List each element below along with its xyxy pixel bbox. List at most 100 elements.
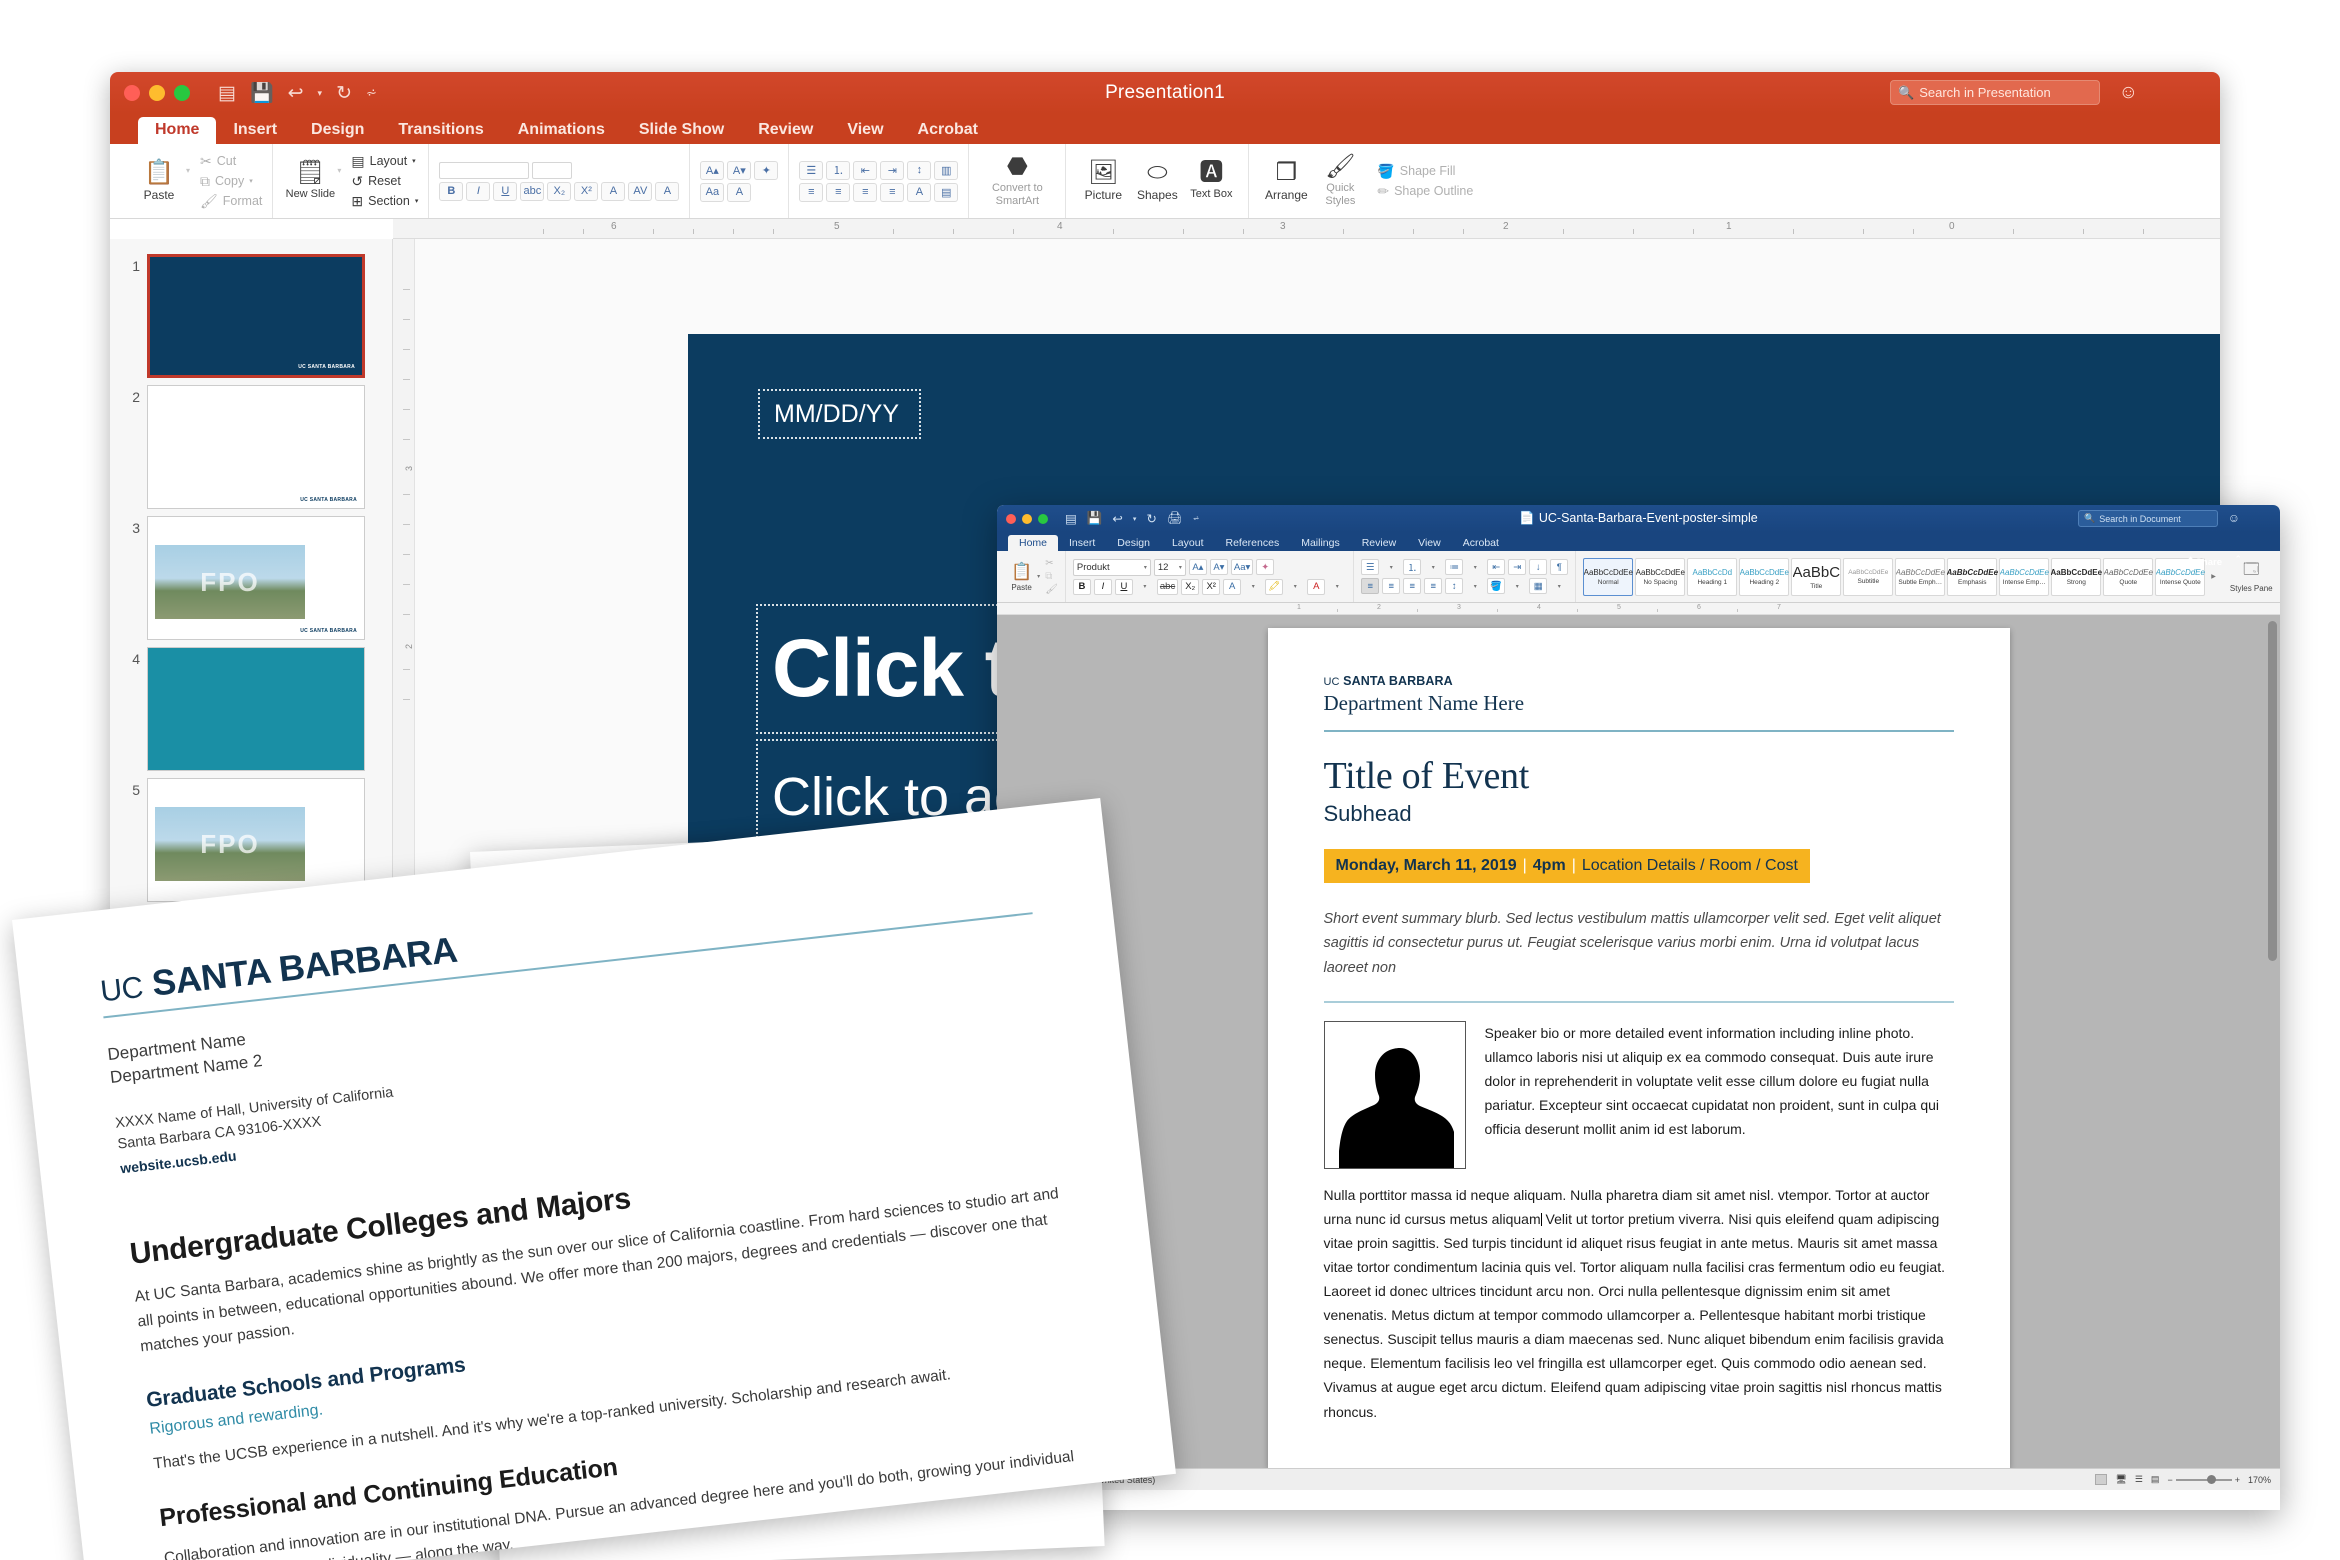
bullets-button[interactable]: ☰ xyxy=(799,161,823,180)
bold-button[interactable]: B xyxy=(439,182,463,201)
arrange-button[interactable]: ❒ Arrange xyxy=(1259,161,1313,202)
italic-button[interactable]: I xyxy=(466,182,490,201)
line-spacing-button[interactable]: ↕ xyxy=(1445,578,1463,594)
text-highlight-button[interactable]: 🖍 xyxy=(1265,579,1283,595)
outline-view-button[interactable]: ☰ xyxy=(2135,1474,2143,1485)
text-effects-chevron-icon[interactable]: ▾ xyxy=(1244,579,1262,595)
style-subtitle[interactable]: AaBbCcDdEe Subtitle xyxy=(1843,558,1893,596)
paintbrush-icon[interactable]: 🖌 xyxy=(1045,584,1058,595)
list-item[interactable]: 1 UC SANTA BARBARA xyxy=(110,247,392,378)
word-page[interactable]: UC SANTA BARBARA Department Name Here Ti… xyxy=(1268,628,2010,1468)
letterhead-front-page[interactable]: UC SANTA BARBARA Department Name Departm… xyxy=(12,798,1176,1560)
tab-view[interactable]: View xyxy=(830,117,900,144)
redo-icon[interactable]: ↻ xyxy=(336,82,352,105)
slide-thumbnail-3[interactable]: FPO UC SANTA BARBARA xyxy=(147,516,365,640)
style-normal[interactable]: AaBbCcDdEe Normal xyxy=(1583,558,1633,596)
department-name[interactable]: Department Name Here xyxy=(1324,691,1954,716)
list-item[interactable]: 4 xyxy=(110,640,392,771)
event-details-bar[interactable]: Monday, March 11, 2019|4pm|Location Deta… xyxy=(1324,849,1810,883)
styles-gallery[interactable]: AaBbCcDdEe Normal AaBbCcDdEe No Spacing … xyxy=(1583,558,2220,596)
align-left-button[interactable]: ≡ xyxy=(1361,578,1379,594)
columns-button[interactable]: ▥ xyxy=(934,161,958,180)
text-box-button[interactable]: 🅰 Text Box xyxy=(1184,161,1238,200)
zoom-out-button[interactable]: − xyxy=(2167,1475,2172,1485)
new-slide-button[interactable]: 🗒 New Slide xyxy=(283,161,337,200)
increase-font-size-button[interactable]: A▴ xyxy=(1189,559,1207,575)
font-name-input[interactable]: Produkt▾ xyxy=(1073,559,1151,576)
undo-icon[interactable]: ↩ xyxy=(288,82,304,105)
list-item[interactable]: 3 FPO UC SANTA BARBARA xyxy=(110,509,392,640)
event-title[interactable]: Title of Event xyxy=(1324,754,1954,798)
align-left-button[interactable]: ≡ xyxy=(799,183,823,202)
draft-view-button[interactable]: ▤ xyxy=(2151,1474,2160,1485)
event-subhead[interactable]: Subhead xyxy=(1324,801,1954,827)
decrease-font-size-button[interactable]: A▾ xyxy=(727,161,751,180)
copy-button[interactable]: ⧉Copy▾ xyxy=(200,173,262,190)
tab-home[interactable]: Home xyxy=(1008,535,1058,552)
layout-button[interactable]: ▤Layout▾ xyxy=(351,153,418,170)
shapes-button[interactable]: ⬭ Shapes xyxy=(1130,161,1184,202)
line-spacing-button[interactable]: ↕ xyxy=(907,161,931,180)
underline-chevron-icon[interactable]: ▾ xyxy=(1136,579,1154,595)
zoom-level[interactable]: 170% xyxy=(2248,1475,2271,1485)
help-icon[interactable]: ☺ xyxy=(2119,82,2138,104)
line-spacing-chevron-icon[interactable]: ▾ xyxy=(1466,578,1484,594)
font-size-input[interactable] xyxy=(532,162,572,179)
word-search-box[interactable]: 🔍 Search in Document xyxy=(2078,510,2218,527)
format-painter-button[interactable]: 🖌Format xyxy=(200,193,262,210)
align-text-button[interactable]: ▤ xyxy=(934,183,958,202)
font-color-button[interactable]: A xyxy=(655,182,679,201)
word-tab-bar[interactable]: Home Insert Design Layout References Mai… xyxy=(997,532,2280,551)
tab-insert[interactable]: Insert xyxy=(1058,535,1106,552)
tab-slide-show[interactable]: Slide Show xyxy=(622,117,741,144)
shape-fill-button[interactable]: 🪣Shape Fill xyxy=(1377,163,1473,180)
event-blurb[interactable]: Short event summary blurb. Sed lectus ve… xyxy=(1324,907,1954,982)
style-strong[interactable]: AaBbCcDdEe Strong xyxy=(2051,558,2101,596)
highlight-chevron-icon[interactable]: ▾ xyxy=(1286,579,1304,595)
text-direction-button[interactable]: A xyxy=(907,183,931,202)
picture-button[interactable]: 🖼 Picture xyxy=(1076,161,1130,202)
borders-chevron-icon[interactable]: ▾ xyxy=(1550,578,1568,594)
multilevel-chevron-icon[interactable]: ▾ xyxy=(1466,559,1484,575)
vertical-scrollbar[interactable] xyxy=(2268,621,2277,961)
speaker-photo[interactable] xyxy=(1324,1021,1466,1169)
cut-button[interactable]: ✂Cut xyxy=(200,153,262,170)
styles-more-icon[interactable]: ▶ xyxy=(2211,573,2216,580)
tab-home[interactable]: Home xyxy=(138,117,216,144)
increase-indent-button[interactable]: ⇥ xyxy=(1508,559,1526,575)
convert-to-smartart-button[interactable]: ⬣ Convert to SmartArt xyxy=(979,155,1055,206)
clear-formatting-button[interactable]: ✦ xyxy=(1256,559,1274,575)
slide-thumbnail-pane[interactable]: 1 UC SANTA BARBARA 2 UC SANTA BARBARA 3 … xyxy=(110,239,393,944)
speaker-bio-text[interactable]: Speaker bio or more detailed event infor… xyxy=(1485,1021,1954,1169)
superscript-button[interactable]: X² xyxy=(574,182,598,201)
tab-transitions[interactable]: Transitions xyxy=(381,117,500,144)
style-title[interactable]: AaBbC Title xyxy=(1791,558,1841,596)
tab-layout[interactable]: Layout xyxy=(1161,535,1215,552)
tab-design[interactable]: Design xyxy=(1106,535,1161,552)
close-icon[interactable] xyxy=(124,85,140,101)
subscript-button[interactable]: X₂ xyxy=(547,182,571,201)
show-formatting-marks-button[interactable]: ¶ xyxy=(1550,559,1568,575)
new-slide-chevron-icon[interactable]: ▾ xyxy=(337,166,341,175)
align-right-button[interactable]: ≡ xyxy=(853,183,877,202)
style-subtle-emphasis[interactable]: AaBbCcDdEe Subtle Emph… xyxy=(1895,558,1945,596)
tab-acrobat[interactable]: Acrobat xyxy=(901,117,995,144)
justify-button[interactable]: ≡ xyxy=(880,183,904,202)
window-controls[interactable] xyxy=(124,85,190,101)
undo-chevron-icon[interactable]: ▾ xyxy=(318,88,323,99)
underline-button[interactable]: U xyxy=(1115,579,1133,595)
strikethrough-button[interactable]: abc xyxy=(520,182,544,201)
borders-button[interactable]: ▦ xyxy=(1529,578,1547,594)
style-intense-emphasis[interactable]: AaBbCcDdEe Intense Emp… xyxy=(1999,558,2049,596)
ribbon-collapse-icon[interactable]: ⌃ xyxy=(2234,554,2242,565)
paste-chevron-icon[interactable]: ▾ xyxy=(186,166,190,175)
tab-animations[interactable]: Animations xyxy=(501,117,622,144)
decrease-font-size-button[interactable]: A▾ xyxy=(1210,559,1228,575)
strikethrough-button[interactable]: abc xyxy=(1157,579,1178,595)
style-emphasis[interactable]: AaBbCcDdEe Emphasis xyxy=(1947,558,1997,596)
align-right-button[interactable]: ≡ xyxy=(1403,578,1421,594)
section-button[interactable]: ⊞Section▾ xyxy=(351,193,418,210)
quick-styles-button[interactable]: 🖌 Quick Styles xyxy=(1313,155,1367,206)
style-heading-2[interactable]: AaBbCcDdEe Heading 2 xyxy=(1739,558,1789,596)
powerpoint-tab-bar[interactable]: Home Insert Design Transitions Animation… xyxy=(110,114,2220,144)
